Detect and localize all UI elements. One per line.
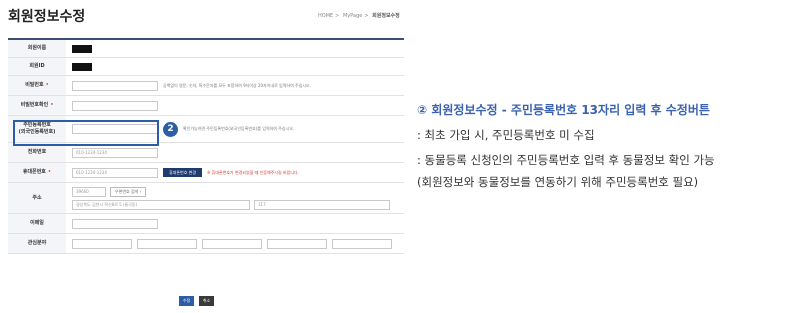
form-row-name: 회원이름 <box>8 40 404 58</box>
change-mobile-button[interactable]: 휴대폰번호 변경 <box>163 168 203 177</box>
form-row-password-confirm: 비밀번호확인 • <box>8 96 404 116</box>
annotation-panel: ② 회원정보수정 - 주민등록번호 13자리 입력 후 수정버튼 : 최초 가입… <box>417 101 797 190</box>
zipcode-field[interactable]: 39660 <box>72 186 106 197</box>
annotation-title: ② 회원정보수정 - 주민등록번호 13자리 입력 후 수정버튼 <box>417 103 710 117</box>
email-field[interactable] <box>72 218 158 229</box>
form-row-password: 비밀번호 • 공백없이 영문, 숫자, 특수문자를 모두 포함하여 9자이상 20… <box>8 76 404 96</box>
form-row-mobile: 휴대폰번호 • 010-1234-1234 휴대폰번호 변경 ※ 휴대폰번호가 변… <box>8 163 404 183</box>
chevron-right-icon: › <box>139 188 142 194</box>
interest-field-5[interactable] <box>332 238 392 249</box>
address-field[interactable]: 경상북도 김천시 혁신8로 5 (율곡동) <box>72 199 250 210</box>
breadcrumb-home[interactable]: HOME <box>318 13 333 19</box>
breadcrumb: HOME > MyPage > 회원정보수정 <box>318 13 400 19</box>
id-value-masked <box>72 62 92 71</box>
submit-button[interactable]: 수정 <box>179 296 194 306</box>
breadcrumb-mypage[interactable]: MyPage <box>343 13 362 19</box>
annotation-line: : 동물등록 신청인의 주민등록번호 입력 후 동물정보 확인 가능 <box>417 153 715 167</box>
resident-number-hint: 확인가능하면 주민등록번호(외국인등록번호)를 입력하여 주십시오. <box>183 126 295 131</box>
address-label: 주소 <box>8 183 66 213</box>
interest-label: 관심분야 <box>8 234 66 253</box>
interest-field-4[interactable] <box>267 238 327 249</box>
interest-field-1[interactable] <box>72 238 132 249</box>
form-row-id: 회원ID <box>8 58 404 76</box>
phone-field[interactable]: 010-1234-1234 <box>72 147 158 158</box>
cancel-button[interactable]: 취소 <box>199 296 214 306</box>
name-value-masked <box>72 44 92 53</box>
mobile-label: 휴대폰번호 • <box>8 163 66 182</box>
mobile-hint: ※ 휴대폰번호가 변경되었을 때 인증해주시길 바랍니다. <box>207 169 299 175</box>
password-field[interactable] <box>72 80 158 91</box>
form-row-phone: 전화번호 010-1234-1234 <box>8 143 404 163</box>
password-confirm-field[interactable] <box>72 100 158 111</box>
interest-field-3[interactable] <box>202 238 262 249</box>
name-label: 회원이름 <box>8 40 66 57</box>
form-row-address: 주소 39660 우편번호 검색 › 경상북도 김천시 혁신8로 5 (율곡동)… <box>8 183 404 214</box>
page-title: 회원정보수정 <box>8 9 86 25</box>
member-info-form: 회원이름 회원ID 비밀번호 • 공백없이 영문, 숫자, 특수문자를 모두 포함… <box>8 38 404 254</box>
step-2-badge: 2 <box>163 121 178 137</box>
address-detail-field[interactable]: 117 <box>254 199 390 210</box>
password-hint: 공백없이 영문, 숫자, 특수문자를 모두 포함하여 9자이상 20자이내로 입… <box>163 82 312 88</box>
password-label: 비밀번호 • <box>8 76 66 95</box>
password-confirm-label: 비밀번호확인 • <box>8 96 66 115</box>
mobile-field[interactable]: 010-1234-1234 <box>72 167 158 178</box>
zipcode-search-button[interactable]: 우편번호 검색 › <box>110 186 147 197</box>
annotation-line: : 최초 가입 시, 주민등록번호 미 수집 <box>417 128 595 142</box>
form-row-email: 이메일 <box>8 214 404 234</box>
interest-field-2[interactable] <box>137 238 197 249</box>
id-label: 회원ID <box>8 58 66 75</box>
annotation-line: (회원정보와 동물정보를 연동하기 위해 주민등록번호 필요) <box>417 175 699 189</box>
breadcrumb-current: 회원정보수정 <box>372 13 400 19</box>
resident-number-highlight <box>13 120 159 146</box>
email-label: 이메일 <box>8 214 66 233</box>
form-row-interest: 관심분야 <box>8 234 404 254</box>
